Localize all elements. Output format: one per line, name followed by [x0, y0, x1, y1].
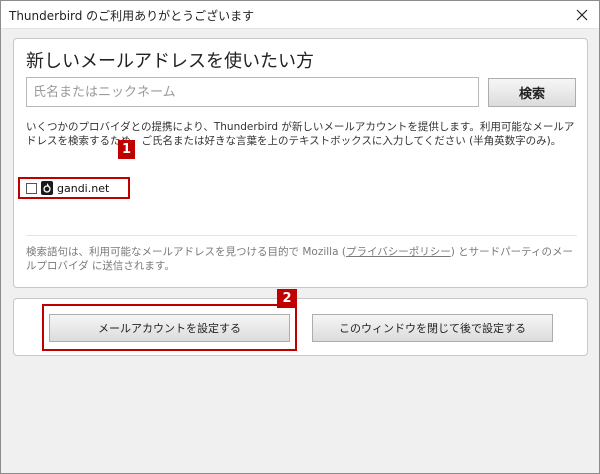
title-bar: Thunderbird のご利用ありがとうございます	[1, 1, 599, 29]
provider-checkbox[interactable]	[26, 182, 37, 194]
setup-account-button[interactable]: メールアカウントを設定する	[49, 314, 290, 342]
close-later-button[interactable]: このウィンドウを閉じて後で設定する	[312, 314, 553, 342]
privacy-footnote: 検索語句は、利用可能なメールアドレスを見つける目的で Mozilla (プライバ…	[26, 245, 581, 273]
callout-badge-1: 1	[118, 140, 135, 159]
name-search-input[interactable]	[26, 77, 479, 107]
close-icon	[576, 9, 588, 21]
provider-item-gandi[interactable]: gandi.net	[18, 177, 130, 199]
callout-badge-2: 2	[277, 289, 297, 308]
gandi-logo-icon	[41, 181, 53, 195]
search-button[interactable]: 検索	[488, 78, 576, 107]
description-text: いくつかのプロバイダとの提携により、Thunderbird が新しいメールアカウ…	[26, 121, 575, 147]
section-heading: 新しいメールアドレスを使いたい方	[26, 51, 314, 72]
provider-name: gandi.net	[57, 181, 110, 195]
new-address-panel: 新しいメールアドレスを使いたい方 検索 いくつかのプロバイダとの提携により、Th…	[13, 38, 588, 288]
dialog-window: Thunderbird のご利用ありがとうございます 新しいメールアドレスを使い…	[0, 0, 600, 474]
window-title: Thunderbird のご利用ありがとうございます	[9, 9, 255, 23]
footnote-text-before: 検索語句は、利用可能なメールアドレスを見つける目的で Mozilla (	[26, 246, 346, 258]
divider	[26, 235, 577, 236]
close-button[interactable]	[571, 4, 593, 26]
privacy-policy-link[interactable]: プライバシーポリシー	[346, 246, 451, 258]
